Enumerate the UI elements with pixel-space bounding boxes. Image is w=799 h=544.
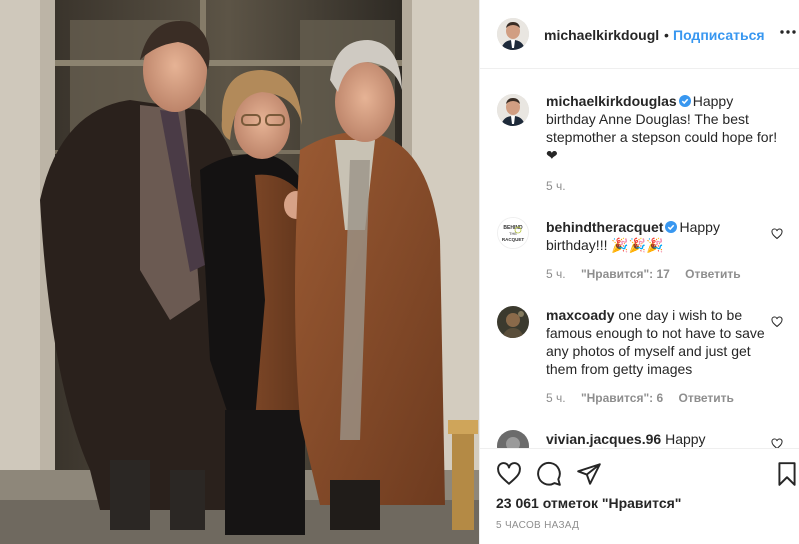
comment-like-heart-icon[interactable] (771, 316, 783, 328)
comment-username[interactable]: behindtheracquet (546, 219, 663, 235)
comment-username[interactable]: maxcoady (546, 307, 614, 323)
caption-time[interactable]: 5 ч. (546, 179, 566, 193)
likes-count[interactable]: 23 061 отметок "Нравится" (496, 495, 681, 511)
comment-meta: 5 ч. "Нравится": 6 Ответить (546, 391, 746, 405)
comment-text-block: behindtheracquet Happy birthday!!! 🎉🎉🎉 (546, 218, 780, 254)
comment-avatar[interactable]: BEHIND THE RACQUET (497, 217, 529, 249)
post-photo-image (0, 0, 479, 544)
share-send-icon[interactable] (576, 461, 602, 487)
verified-badge-icon (665, 221, 678, 233)
post-timestamp[interactable]: 5 ЧАСОВ НАЗАД (496, 520, 579, 531)
author-avatar[interactable] (497, 18, 529, 50)
comment-text-block: vivian.jacques.96 Happy (546, 430, 780, 448)
more-horizontal-icon[interactable] (778, 22, 798, 42)
author-username[interactable]: michaelkirkdougl (544, 27, 659, 43)
caption-avatar[interactable] (497, 94, 529, 126)
comment-like-heart-icon[interactable] (771, 228, 783, 240)
comment-like-heart-icon[interactable] (771, 438, 783, 448)
caption-username[interactable]: michaelkirkdouglas (546, 93, 677, 109)
comment-avatar[interactable] (497, 306, 529, 338)
comment-text-block: maxcoady one day i wish to be famous eno… (546, 306, 780, 378)
comment-reply-button[interactable]: Ответить (678, 391, 733, 405)
comment-likes-count[interactable]: "Нравится": 6 (581, 391, 663, 405)
post-header: michaelkirkdougl • Подписаться (480, 0, 799, 69)
comment-item: BEHIND THE RACQUET behindtheracquet Happy… (480, 200, 799, 290)
comment-text: Happy (665, 431, 706, 447)
post-photo[interactable] (0, 0, 479, 544)
caption-text-block: michaelkirkdouglas Happy birthday Anne Do… (546, 92, 780, 164)
comment-avatar[interactable] (497, 430, 529, 448)
comment-reply-button[interactable]: Ответить (685, 267, 740, 281)
svg-text:RACQUET: RACQUET (502, 237, 525, 242)
comment-likes-count[interactable]: "Нравится": 17 (581, 267, 670, 281)
svg-text:THE: THE (509, 231, 517, 236)
post-actions: 23 061 отметок "Нравится" 5 ЧАСОВ НАЗАД (480, 448, 799, 544)
comments-list[interactable]: michaelkirkdouglas Happy birthday Anne Do… (480, 70, 799, 448)
caption-meta: 5 ч. (546, 179, 578, 193)
verified-badge-icon (678, 95, 691, 107)
comment-time[interactable]: 5 ч. (546, 267, 566, 281)
separator-dot: • (664, 27, 669, 43)
bookmark-icon[interactable] (774, 461, 799, 487)
like-heart-icon[interactable] (496, 461, 522, 487)
follow-button[interactable]: Подписаться (673, 27, 765, 43)
post-side-panel: michaelkirkdougl • Подписаться michaelki… (479, 0, 799, 544)
comment-item: maxcoady one day i wish to be famous eno… (480, 290, 799, 420)
caption-item: michaelkirkdouglas Happy birthday Anne Do… (480, 70, 799, 200)
comment-bubble-icon[interactable] (536, 461, 562, 487)
comment-item: vivian.jacques.96 Happy (480, 420, 799, 448)
comment-time[interactable]: 5 ч. (546, 391, 566, 405)
comment-meta: 5 ч. "Нравится": 17 Ответить (546, 267, 753, 281)
comment-username[interactable]: vivian.jacques.96 (546, 431, 661, 447)
